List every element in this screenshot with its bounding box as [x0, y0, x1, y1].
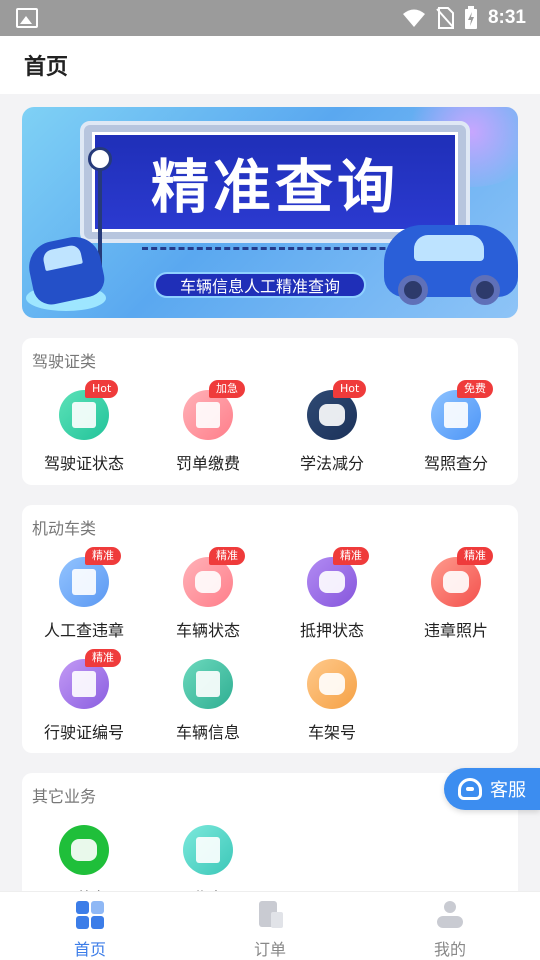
hot-badge: Hot: [85, 380, 119, 398]
sign-board: 精准查询: [92, 132, 458, 232]
ticket-payment-icon: 加急: [183, 380, 245, 440]
warning-sign-icon: [88, 147, 112, 171]
precise-badge: 精准: [209, 547, 245, 565]
page-title: 首页: [24, 55, 69, 80]
nav-label: 我的: [433, 940, 466, 959]
status-bar: 8:31: [0, 0, 540, 36]
mortgage-status-button[interactable]: 精准 抵押状态: [270, 547, 394, 641]
hot-badge: Hot: [333, 380, 367, 398]
urgent-badge: 加急: [209, 380, 245, 398]
item-label: 行驶证编号: [43, 723, 124, 742]
clock: 8:31: [487, 7, 526, 28]
item-label: 学法减分: [299, 454, 364, 473]
customer-service-label: 客服: [490, 780, 526, 801]
nav-home[interactable]: 首页: [0, 892, 180, 960]
vehicle-info-icon: [183, 659, 233, 709]
license-score-icon: 免费: [431, 380, 493, 440]
vehicle-status-button[interactable]: 精准 车辆状态: [146, 547, 270, 641]
image-notification-icon: [16, 8, 38, 28]
precise-badge: 精准: [85, 649, 121, 667]
camera-icon: 精准: [431, 547, 493, 607]
item-label: 罚单缴费: [175, 454, 240, 473]
free-badge: 免费: [457, 380, 493, 398]
ticket-payment-button[interactable]: 加急 罚单缴费: [146, 380, 270, 474]
driving-license-number-button[interactable]: 精准 行驶证编号: [22, 649, 146, 743]
item-label: 人工查违章: [43, 621, 124, 640]
home-grid-icon: [75, 900, 105, 930]
license-status-button[interactable]: Hot 驾驶证状态: [22, 380, 146, 474]
banner-headline: 精准查询: [150, 153, 399, 221]
app-header: 首页: [0, 36, 540, 94]
violation-photo-button[interactable]: 精准 违章照片: [394, 547, 518, 641]
vin-button[interactable]: 车架号: [270, 659, 394, 743]
battery-charging-icon: [464, 6, 477, 29]
item-label: 车架号: [307, 723, 356, 742]
truck-icon: [59, 825, 109, 875]
precise-badge: 精准: [457, 547, 493, 565]
banner-caption: 车辆信息人工精准查询: [154, 272, 366, 298]
license-section: 驾驶证类 Hot 驾驶证状态 加急 罚单缴费 Hot 学法减分 免费 驾照查分: [22, 338, 518, 485]
vin-icon: [307, 659, 357, 709]
violation-query-button[interactable]: 精准 人工查违章: [22, 547, 146, 641]
vehicle-section: 机动车类 精准 人工查违章 精准 车辆状态 精准 抵押状态 精准 违章照片 精准…: [22, 505, 518, 753]
nav-orders[interactable]: 订单: [180, 892, 360, 960]
study-points-button[interactable]: Hot 学法减分: [270, 380, 394, 474]
staff-card-icon: [183, 825, 233, 875]
precise-badge: 精准: [333, 547, 369, 565]
section-title: 驾驶证类: [32, 352, 97, 371]
item-label: 车辆信息: [175, 723, 240, 742]
precise-badge: 精准: [85, 547, 121, 565]
driving-license-number-icon: 精准: [59, 649, 121, 709]
item-label: 抵押状态: [299, 621, 364, 640]
headset-icon: [458, 778, 482, 800]
study-icon: Hot: [307, 380, 367, 440]
item-label: 驾照查分: [423, 454, 488, 473]
no-sim-icon: [436, 7, 454, 29]
item-label: 违章照片: [423, 621, 488, 640]
customer-service-button[interactable]: 客服: [444, 768, 540, 810]
license-score-button[interactable]: 免费 驾照查分: [394, 380, 518, 474]
road-line: [142, 247, 422, 250]
nav-label: 订单: [253, 940, 286, 959]
section-title: 机动车类: [32, 519, 97, 538]
item-label: 驾驶证状态: [43, 454, 124, 473]
nav-label: 首页: [73, 940, 106, 959]
vehicle-status-icon: 精准: [183, 547, 245, 607]
mortgage-status-icon: 精准: [307, 547, 369, 607]
license-status-icon: Hot: [59, 380, 119, 440]
car-illustration: [384, 225, 518, 305]
promo-banner[interactable]: 精准查询 车辆信息人工精准查询: [22, 107, 518, 318]
vehicle-info-button[interactable]: 车辆信息: [146, 659, 270, 743]
profile-icon: [435, 900, 465, 930]
nav-profile[interactable]: 我的: [360, 892, 540, 960]
order-icon: [255, 900, 285, 930]
wifi-icon: [402, 9, 425, 27]
violation-query-icon: 精准: [59, 547, 121, 607]
bottom-nav: 首页 订单 我的: [0, 891, 540, 960]
item-label: 车辆状态: [175, 621, 240, 640]
section-title: 其它业务: [32, 787, 97, 806]
banner-caption-text: 车辆信息人工精准查询: [179, 277, 340, 296]
